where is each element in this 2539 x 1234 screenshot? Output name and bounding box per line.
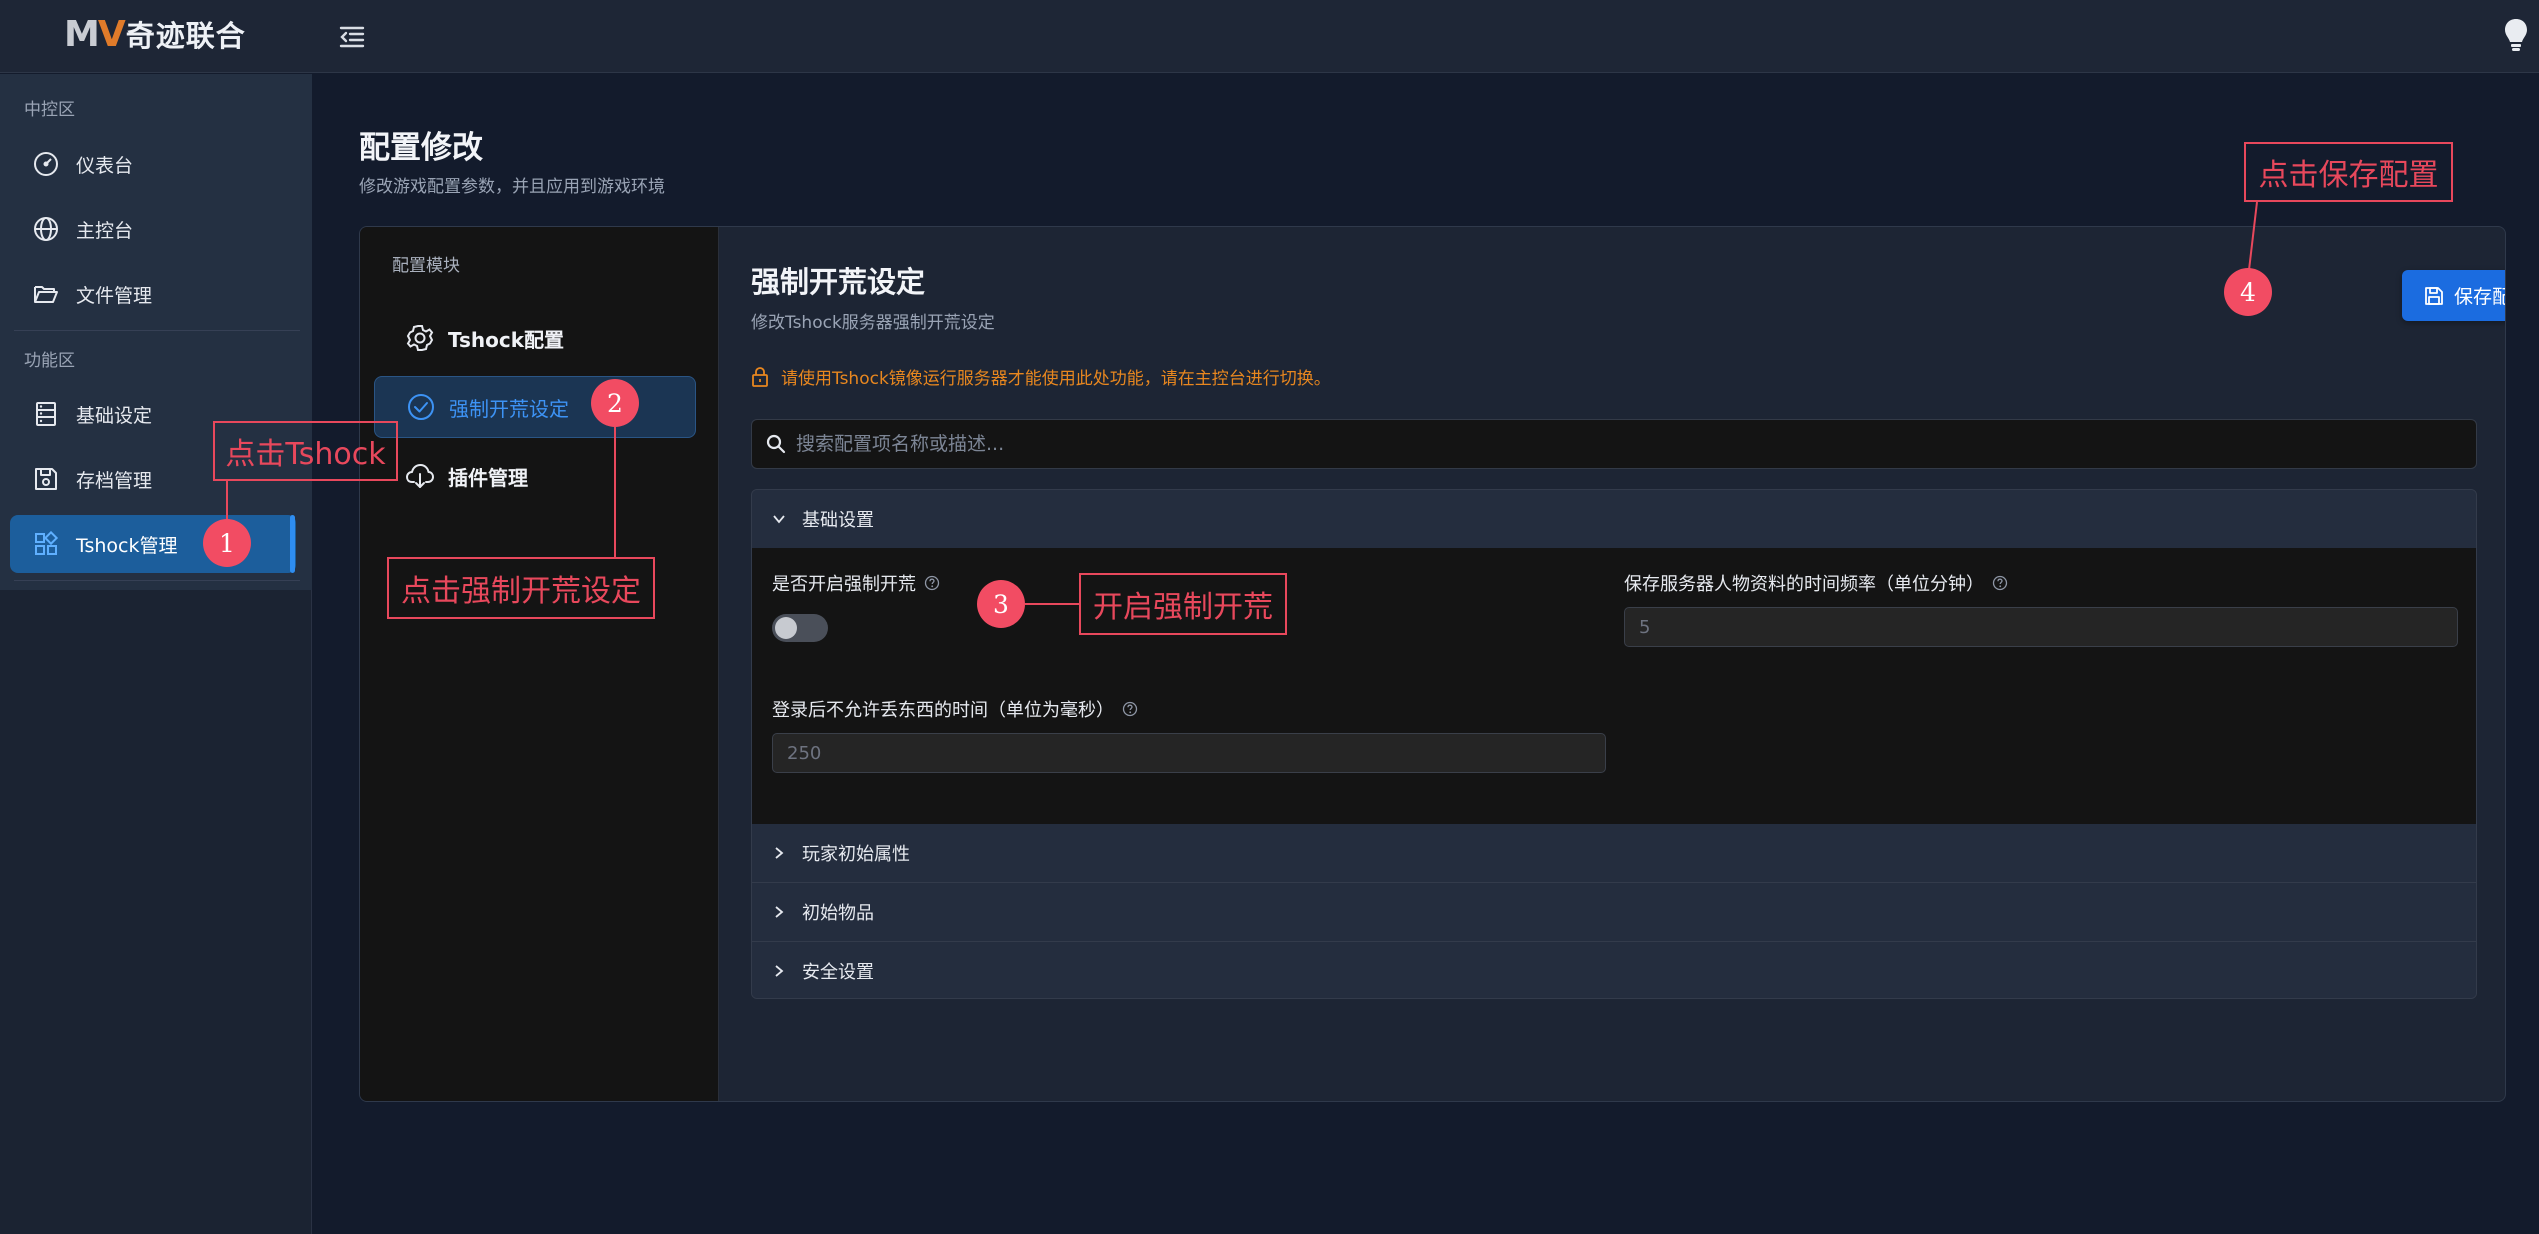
sidebar-divider <box>14 580 300 581</box>
dashboard-icon <box>32 150 60 178</box>
accordion-label: 基础设置 <box>802 510 874 531</box>
chevron-down-icon <box>773 515 785 524</box>
sidebar-item-label: Tshock管理 <box>76 534 178 557</box>
sidebar-item-label: 存档管理 <box>76 469 153 492</box>
annotation-3-line <box>1025 603 1079 605</box>
section-subtitle: 修改Tshock服务器强制开荒设定 <box>751 313 995 333</box>
sidebar-item-tshock[interactable]: Tshock管理 <box>10 515 296 573</box>
page-title: 配置修改 <box>359 130 483 166</box>
chevron-right-icon <box>775 906 784 918</box>
module-label: 插件管理 <box>448 465 528 490</box>
config-accordion: 基础设置 是否开启强制开荒 保存服务器人物资料的时间频率（单位分钟） 登录后不允… <box>751 489 2477 999</box>
warning-text: 请使用Tshock镜像运行服务器才能使用此处功能，请在主控台进行切换。 <box>781 369 1331 389</box>
help-icon[interactable] <box>1122 701 1138 717</box>
sidebar-item-label: 仪表台 <box>76 154 134 177</box>
config-module-list: 配置模块 Tshock配置 强制开荒设定 插件管理 <box>360 227 719 1101</box>
module-plugin-management[interactable]: 插件管理 <box>374 445 696 507</box>
save-icon <box>32 465 60 493</box>
logo-mark: MV <box>64 13 126 55</box>
logo: MV 奇迹联合 <box>64 10 246 58</box>
lightbulb-icon[interactable] <box>2503 18 2529 52</box>
annotation-1-line <box>226 481 228 519</box>
server-icon <box>32 400 60 428</box>
sidebar-item-dashboard[interactable]: 仪表台 <box>10 135 296 193</box>
menu-fold-icon[interactable] <box>336 20 368 52</box>
search-icon <box>766 434 786 454</box>
annotation-1-callout: 点击Tshock <box>213 421 398 481</box>
sidebar-item-files[interactable]: 文件管理 <box>10 265 296 323</box>
chevron-right-icon <box>775 965 784 977</box>
annotation-4-line <box>2248 201 2258 271</box>
save-interval-label: 保存服务器人物资料的时间频率（单位分钟） <box>1624 570 2008 596</box>
globe-icon <box>32 215 60 243</box>
field-label-text: 登录后不允许丢东西的时间（单位为毫秒） <box>772 700 1114 721</box>
section-title: 强制开荒设定 <box>751 265 926 299</box>
annotation-3-callout: 开启强制开荒 <box>1079 573 1287 635</box>
accordion-label: 安全设置 <box>802 962 874 983</box>
sidebar-divider <box>14 330 300 331</box>
save-icon <box>2425 286 2443 305</box>
page-subtitle: 修改游戏配置参数，并且应用到游戏环境 <box>359 177 665 197</box>
config-content: 强制开荒设定 修改Tshock服务器强制开荒设定 保存配置 请使用Tshock镜… <box>719 227 2505 1101</box>
annotation-2-callout: 点击强制开荒设定 <box>387 557 655 619</box>
no-drop-time-label: 登录后不允许丢东西的时间（单位为毫秒） <box>772 696 1138 722</box>
annotation-4-badge: 4 <box>2224 268 2272 316</box>
accordion-initial-items[interactable]: 初始物品 <box>752 883 2476 941</box>
modules-title: 配置模块 <box>392 256 460 276</box>
logo-text: 奇迹联合 <box>125 19 246 53</box>
annotation-2-line <box>614 427 616 557</box>
active-indicator <box>290 515 295 573</box>
accordion-security-settings[interactable]: 安全设置 <box>752 942 2476 998</box>
top-header: MV 奇迹联合 <box>0 0 2539 73</box>
sidebar-item-label: 基础设定 <box>76 404 153 427</box>
module-label: 强制开荒设定 <box>449 396 569 421</box>
help-icon[interactable] <box>924 575 940 591</box>
save-config-button[interactable]: 保存配置 <box>2402 270 2505 321</box>
toggle-knob <box>775 617 797 639</box>
annotation-2-badge: 2 <box>591 379 639 427</box>
save-interval-input[interactable] <box>1624 607 2458 647</box>
apps-icon <box>32 530 60 558</box>
sidebar-item-label: 文件管理 <box>76 284 153 307</box>
accordion-label: 初始物品 <box>802 903 874 924</box>
annotation-3-badge: 3 <box>977 580 1025 628</box>
annotation-4-callout: 点击保存配置 <box>2244 142 2453 202</box>
gear-icon <box>404 322 436 354</box>
help-icon[interactable] <box>1992 575 2008 591</box>
lock-icon <box>752 366 768 387</box>
module-label: Tshock配置 <box>448 327 565 352</box>
force-pioneer-toggle[interactable] <box>772 614 828 642</box>
config-search[interactable] <box>751 419 2477 469</box>
config-panel: 配置模块 Tshock配置 强制开荒设定 插件管理 强制开荒设定 修改Tshoc… <box>359 226 2506 1102</box>
sidebar-section-label: 功能区 <box>24 351 75 371</box>
save-config-label: 保存配置 <box>2453 286 2505 308</box>
module-force-pioneer[interactable]: 强制开荒设定 <box>374 376 696 438</box>
tshock-warning: 请使用Tshock镜像运行服务器才能使用此处功能，请在主控台进行切换。 <box>751 364 1331 389</box>
accordion-player-initial-attributes[interactable]: 玩家初始属性 <box>752 824 2476 882</box>
sidebar-section-label: 中控区 <box>24 100 75 120</box>
sidebar: 中控区 仪表台 主控台 文件管理 功能区 基础设定 存档管理 Tshock管理 <box>0 74 312 1234</box>
search-input[interactable] <box>796 433 2396 455</box>
field-label-text: 保存服务器人物资料的时间频率（单位分钟） <box>1624 574 1984 595</box>
cloud-download-icon <box>404 460 436 492</box>
folder-open-icon <box>32 280 60 308</box>
field-label-text: 是否开启强制开荒 <box>772 574 916 595</box>
sidebar-menu: 中控区 仪表台 主控台 文件管理 功能区 基础设定 存档管理 Tshock管理 <box>0 74 312 590</box>
no-drop-time-input[interactable] <box>772 733 1606 773</box>
module-tshock-config[interactable]: Tshock配置 <box>374 307 696 369</box>
accordion-label: 玩家初始属性 <box>802 844 910 865</box>
sidebar-item-console[interactable]: 主控台 <box>10 200 296 258</box>
sidebar-item-label: 主控台 <box>76 219 134 242</box>
chevron-right-icon <box>775 847 784 859</box>
force-pioneer-label: 是否开启强制开荒 <box>772 570 940 596</box>
annotation-1-badge: 1 <box>203 519 251 567</box>
accordion-basic-settings[interactable]: 基础设置 <box>752 490 2476 548</box>
check-circle-icon <box>405 391 437 423</box>
